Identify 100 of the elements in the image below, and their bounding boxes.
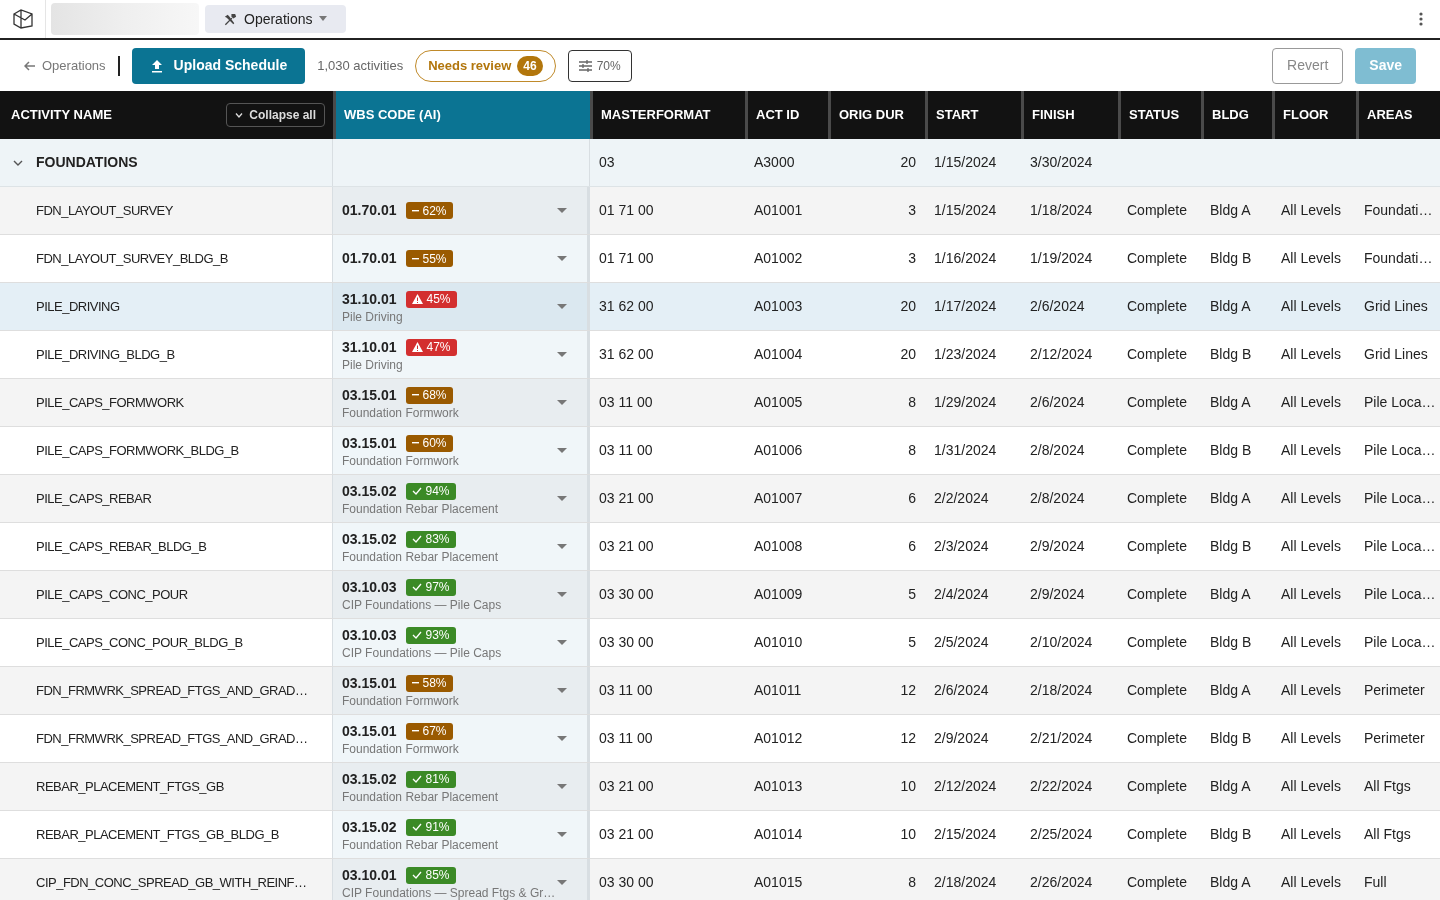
activity-name: PILE_DRIVING xyxy=(36,297,120,316)
table-cell-text: Bldg A xyxy=(1210,777,1251,796)
wbs-dropdown[interactable]: 03.15.02 83% Foundation Rebar Placement xyxy=(333,523,590,570)
table-row[interactable]: PILE_CAPS_CONC_POUR_BLDG_B 03.10.03 93% CIP Foundations — Pile Caps 03 30 00 A01010 5 2/5/2024 2/10/2024 Complete Bldg B All Levels Pile Loca… xyxy=(0,619,1440,667)
table-row[interactable]: PILE_DRIVING 31.10.01 45% Pile Driving 31 62 00 A01003 20 1/17/2024 2/6/2024 Complete Bldg A All Levels Grid Lines xyxy=(0,283,1440,331)
wbs-dropdown[interactable]: 03.15.02 94% Foundation Rebar Placement xyxy=(333,475,590,522)
back-link[interactable]: Operations xyxy=(24,55,106,76)
wbs-dropdown[interactable]: 31.10.01 45% Pile Driving xyxy=(333,283,590,330)
wbs-description: CIP Foundations — Pile Caps xyxy=(342,597,503,613)
caret-icon xyxy=(557,784,567,789)
activity-name: PILE_CAPS_CONC_POUR_BLDG_B xyxy=(36,633,243,652)
table-cell-text: Bldg B xyxy=(1210,345,1252,364)
wbs-code: 03.15.01 xyxy=(342,673,397,693)
caret-icon xyxy=(557,496,567,501)
wbs-code: 03.10.01 xyxy=(342,865,397,885)
caret-icon xyxy=(557,880,567,885)
wbs-description: Foundation Rebar Placement xyxy=(342,789,500,805)
table-cell-text: 31 62 00 xyxy=(599,345,654,364)
column-header[interactable]: WBS CODE (AI) xyxy=(333,91,590,139)
wbs-dropdown[interactable]: 03.10.03 93% CIP Foundations — Pile Caps xyxy=(333,619,590,666)
table-cell-text: A01010 xyxy=(754,633,803,652)
table-cell-text: Bldg B xyxy=(1210,441,1252,460)
table-cell-text: Bldg B xyxy=(1210,825,1252,844)
table-row[interactable]: PILE_CAPS_FORMWORK_BLDG_B 03.15.01 60% Foundation Formwork 03 11 00 A01006 8 1/31/2024 2/8/2024 Complete Bldg B All Levels Pile Loca… xyxy=(0,427,1440,475)
wbs-dropdown[interactable]: 03.10.01 85% CIP Foundations — Spread Ftgs & Gr… xyxy=(333,859,590,900)
table-row[interactable]: PILE_CAPS_CONC_POUR 03.10.03 97% CIP Foundations — Pile Caps 03 30 00 A01009 5 2/4/2024 2/9/2024 Complete Bldg A All Levels Pile Loca… xyxy=(0,571,1440,619)
confidence-badge: 45% xyxy=(405,290,457,308)
caret-icon xyxy=(557,208,567,213)
table-cell-text: 2/8/2024 xyxy=(1030,489,1085,508)
wbs-dropdown[interactable]: 03.15.01 60% Foundation Formwork xyxy=(333,427,590,474)
table-cell-text: Full xyxy=(1364,873,1387,892)
table-cell-text: All Ftgs xyxy=(1364,825,1411,844)
chevron-icon xyxy=(235,112,244,118)
table-cell-text: Bldg B xyxy=(1210,729,1252,748)
table-cell-text: 3 xyxy=(908,201,916,220)
wbs-code: 03.10.03 xyxy=(342,577,397,597)
wbs-dropdown[interactable]: 03.15.01 68% Foundation Formwork xyxy=(333,379,590,426)
table-cell-text: Perimeter xyxy=(1364,729,1425,748)
table-cell-text: All Levels xyxy=(1281,729,1341,748)
wbs-dropdown[interactable]: 01.70.01 62% xyxy=(333,187,590,234)
table-row[interactable]: FDN_LAYOUT_SURVEY 01.70.01 62% 01 71 00 A01001 3 1/15/2024 1/18/2024 Complete Bldg A All Levels Foundati… xyxy=(0,187,1440,235)
activity-name: PILE_CAPS_CONC_POUR xyxy=(36,585,188,604)
caret-icon xyxy=(557,352,567,357)
column-header[interactable]: ACTIVITY NAME Collapse all xyxy=(0,91,333,139)
wbs-description: Foundation Formwork xyxy=(342,741,460,757)
wbs-dropdown[interactable]: 03.10.03 97% CIP Foundations — Pile Caps xyxy=(333,571,590,618)
more-icon[interactable] xyxy=(1419,11,1423,27)
table-cell-text: Pile Loca… xyxy=(1364,537,1436,556)
wbs-dropdown[interactable]: 01.70.01 55% xyxy=(333,235,590,282)
wbs-description: CIP Foundations — Spread Ftgs & Gr… xyxy=(342,885,557,900)
table-cell-text: 2/6/2024 xyxy=(1030,297,1085,316)
check-icon xyxy=(411,871,422,879)
wbs-dropdown[interactable]: 03.15.02 91% Foundation Rebar Placement xyxy=(333,811,590,858)
table-cell-text: 03 11 00 xyxy=(599,681,653,700)
table-cell-text: Foundati… xyxy=(1364,201,1433,220)
table-cell-text: A01004 xyxy=(754,345,803,364)
table-cell-text: 12 xyxy=(900,681,916,700)
activity-name: REBAR_PLACEMENT_FTGS_GB xyxy=(36,777,224,796)
table-row[interactable]: FDN_FRMWRK_SPREAD_FTGS_AND_GRAD… 03.15.01 67% Foundation Formwork 03 11 00 A01012 12 2/9/2024 2/21/2024 Complete Bldg B All Levels Perimeter xyxy=(0,715,1440,763)
table-row[interactable]: PILE_CAPS_REBAR 03.15.02 94% Foundation Rebar Placement 03 21 00 A01007 6 2/2/2024 2/8/2024 Complete Bldg A All Levels Pile Loca… xyxy=(0,475,1440,523)
wbs-description: CIP Foundations — Pile Caps xyxy=(342,645,503,661)
table-cell-text: 2/6/2024 xyxy=(1030,393,1085,412)
wbs-dropdown[interactable]: 03.15.01 67% Foundation Formwork xyxy=(333,715,590,762)
table-cell-text: 03 21 00 xyxy=(599,777,654,796)
caret-icon xyxy=(557,304,567,309)
table-cell-text: 1/15/2024 xyxy=(934,201,997,220)
caret-icon xyxy=(557,544,567,549)
table-row[interactable]: PILE_CAPS_FORMWORK 03.15.01 68% Foundation Formwork 03 11 00 A01005 8 1/29/2024 2/6/2024 Complete Bldg A All Levels Pile Loca… xyxy=(0,379,1440,427)
table-cell-text: A01008 xyxy=(754,537,803,556)
confidence-badge: 58% xyxy=(405,674,453,692)
threshold-button[interactable]: 70% xyxy=(567,49,632,82)
column-title: ACT ID xyxy=(756,106,800,125)
workspace-menu[interactable]: Operations xyxy=(205,5,347,33)
group-row[interactable]: FOUNDATIONS 03 A3000 20 1/15/2024 3/30/2024 xyxy=(0,139,1440,187)
activity-name: PILE_DRIVING_BLDG_B xyxy=(36,345,175,364)
table-row[interactable]: PILE_CAPS_REBAR_BLDG_B 03.15.02 83% Foundation Rebar Placement 03 21 00 A01008 6 2/3/2024 2/9/2024 Complete Bldg B All Levels Pile Loca… xyxy=(0,523,1440,571)
dash-icon xyxy=(411,442,419,444)
confidence-badge: 81% xyxy=(405,770,456,788)
wbs-description: Foundation Formwork xyxy=(342,405,460,421)
table-cell-text: All Levels xyxy=(1281,537,1341,556)
table-row[interactable]: CIP_FDN_CONC_SPREAD_GB_WITH_REINF… 03.10.01 85% CIP Foundations — Spread Ftgs & Gr… 03 30 00 A01015 8 2/18/2024 2/26/2024 Complete Bldg A All Levels Full xyxy=(0,859,1440,900)
table-cell-text: 8 xyxy=(908,393,916,412)
table-row[interactable]: PILE_DRIVING_BLDG_B 31.10.01 47% Pile Driving 31 62 00 A01004 20 1/23/2024 2/12/2024 Complete Bldg B All Levels Grid Lines xyxy=(0,331,1440,379)
collapse-all-button[interactable]: Collapse all xyxy=(226,103,325,127)
table-cell-text: Perimeter xyxy=(1364,681,1425,700)
wbs-dropdown[interactable]: 31.10.01 47% Pile Driving xyxy=(333,331,590,378)
table-row[interactable]: REBAR_PLACEMENT_FTGS_GB_BLDG_B 03.15.02 91% Foundation Rebar Placement 03 21 00 A01014 10 2/15/2024 2/25/2024 Complete Bldg B All Levels All Ftgs xyxy=(0,811,1440,859)
table-cell-text: Complete xyxy=(1127,681,1187,700)
wbs-code: 03.15.02 xyxy=(342,529,397,549)
wbs-dropdown[interactable]: 03.15.01 58% Foundation Formwork xyxy=(333,667,590,714)
caret-icon xyxy=(557,640,567,645)
table-cell-text: A01002 xyxy=(754,249,803,268)
table-row[interactable]: FDN_FRMWRK_SPREAD_FTGS_AND_GRAD… 03.15.01 58% Foundation Formwork 03 11 00 A01011 12 2/6/2024 2/18/2024 Complete Bldg A All Levels Perimeter xyxy=(0,667,1440,715)
count-badge: 46 xyxy=(517,55,543,76)
table-cell-text: Pile Loca… xyxy=(1364,489,1436,508)
table-row[interactable]: FDN_LAYOUT_SURVEY_BLDG_B 01.70.01 55% 01 71 00 A01002 3 1/16/2024 1/19/2024 Complete Bldg B All Levels Foundati… xyxy=(0,235,1440,283)
table-row[interactable]: REBAR_PLACEMENT_FTGS_GB 03.15.02 81% Foundation Rebar Placement 03 21 00 A01013 10 2/12/2024 2/22/2024 Complete Bldg A All Levels All Ftgs xyxy=(0,763,1440,811)
upload-button[interactable]: Upload Schedule xyxy=(131,47,306,84)
wbs-dropdown[interactable]: 03.15.02 81% Foundation Rebar Placement xyxy=(333,763,590,810)
revert-button[interactable]: Revert xyxy=(1272,47,1344,84)
